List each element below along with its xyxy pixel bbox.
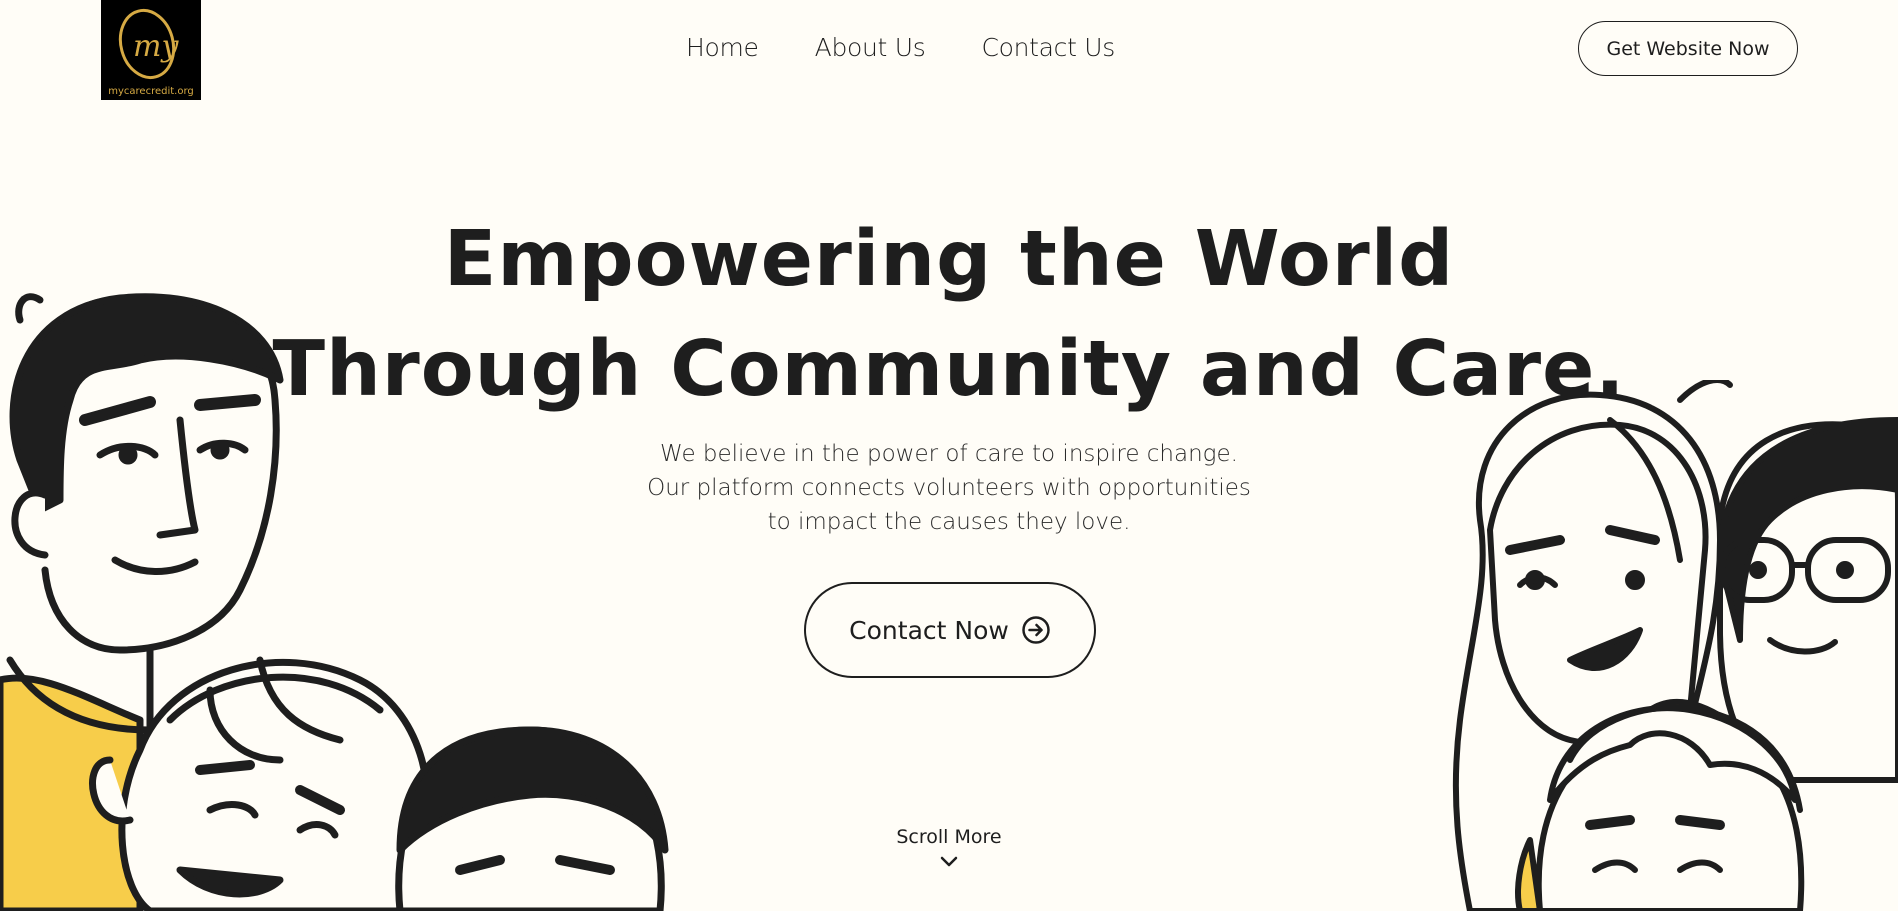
logo-mark: my [118,8,179,80]
hero-title: Empowering the World Through Community a… [0,205,1898,425]
highlight-community: Community [670,315,1173,425]
svg-text:my: my [133,29,179,64]
contact-now-button[interactable]: Contact Now [804,582,1096,678]
scroll-more[interactable]: Scroll More [0,826,1898,868]
arrow-circle-right-icon [1022,616,1050,644]
hero-subtitle-line-1: We believe in the power of care to inspi… [660,441,1238,467]
scroll-more-label: Scroll More [896,826,1002,848]
hero-subtitle: We believe in the power of care to inspi… [0,437,1898,539]
hero-title-line-1: Empowering the World [443,215,1455,304]
hero-title-text-a: Through [272,325,671,414]
highlight-care: Care. [1392,315,1626,425]
nav-about-us[interactable]: About Us [815,33,926,62]
contact-now-label: Contact Now [849,615,1009,645]
hero-subtitle-line-2: Our platform connects volunteers with op… [647,475,1251,501]
hero-title-line-2: Through Community and Care. [0,315,1898,425]
site-logo[interactable]: my mycarecredit.org [101,0,201,100]
main-nav: Home About Us Contact Us [686,33,1115,62]
get-website-button[interactable]: Get Website Now [1578,21,1798,76]
landing-page: my mycarecredit.org Home About Us Contac… [0,0,1898,911]
logo-text: mycarecredit.org [108,86,194,97]
hero-subtitle-line-3: to impact the causes they love. [767,509,1131,535]
chevron-down-icon [940,856,958,867]
nav-contact-us[interactable]: Contact Us [981,33,1115,62]
nav-home[interactable]: Home [686,33,759,62]
hero-title-text-b: and [1172,325,1393,414]
